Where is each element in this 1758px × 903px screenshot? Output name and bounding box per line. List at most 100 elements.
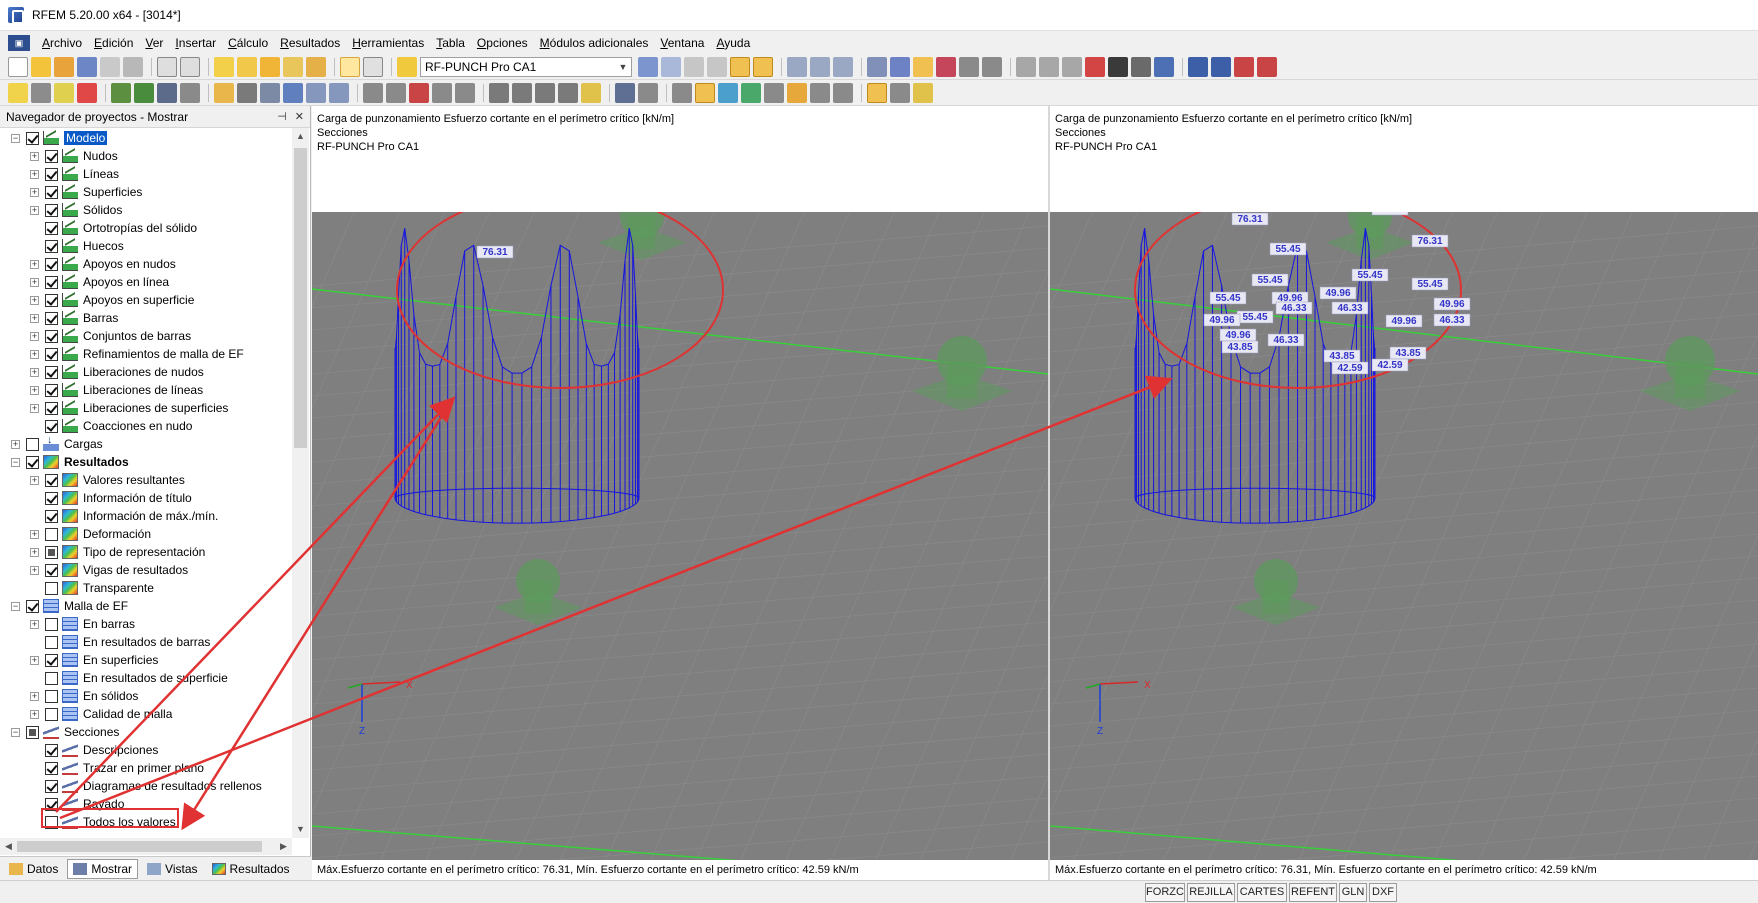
axis-xy-icon[interactable] — [558, 82, 578, 103]
visibility-checkbox[interactable] — [45, 167, 58, 181]
tree-node-coacciones-en-nudo[interactable]: Coacciones en nudo — [30, 417, 192, 435]
menu-ver[interactable]: Ver — [139, 36, 169, 50]
scroll-up-icon[interactable]: ▲ — [292, 128, 309, 145]
print-graphic-icon[interactable] — [123, 56, 143, 77]
visibility-checkbox[interactable] — [45, 581, 58, 595]
tree-node-nudos[interactable]: + Nudos — [30, 147, 118, 165]
visibility-checkbox[interactable] — [45, 257, 58, 271]
expand-icon[interactable]: + — [30, 565, 39, 575]
tree-node-liberaciones-de-nudos[interactable]: + Liberaciones de nudos — [30, 363, 204, 381]
edit-icon[interactable] — [581, 82, 601, 103]
new-file-icon[interactable] — [8, 56, 28, 77]
collapse-icon[interactable]: − — [11, 601, 20, 611]
report-icon[interactable] — [1211, 56, 1231, 77]
delete-icon[interactable] — [1085, 56, 1105, 77]
visibility-checkbox[interactable] — [26, 599, 39, 613]
model-view-right[interactable]: XZ76.3176.3176.3155.4555.4555.4555.4555.… — [1050, 106, 1758, 880]
visibility-checkbox[interactable] — [45, 707, 58, 721]
table-icon[interactable] — [1188, 56, 1208, 77]
tree-node-en-superficies[interactable]: + En superficies — [30, 651, 158, 669]
visibility-checkbox[interactable] — [45, 365, 58, 379]
tree-node-líneas[interactable]: + Líneas — [30, 165, 119, 183]
visibility-checkbox[interactable] — [45, 689, 58, 703]
tree-node-superficies[interactable]: + Superficies — [30, 183, 142, 201]
expand-icon[interactable]: + — [30, 295, 39, 305]
new-support-icon[interactable] — [77, 82, 97, 103]
visibility-checkbox[interactable] — [45, 545, 58, 559]
tree-horizontal-scrollbar[interactable]: ◀ ▶ — [0, 838, 292, 855]
view-all-icon[interactable] — [867, 56, 887, 77]
panel-icon[interactable] — [867, 82, 887, 103]
tree-node-información-de-máx-mín-[interactable]: Información de máx./mín. — [30, 507, 218, 525]
zoom-icon[interactable] — [890, 56, 910, 77]
visibility-checkbox[interactable] — [45, 185, 58, 199]
menu-modulos[interactable]: Módulos adicionales — [534, 36, 655, 50]
open-example-icon[interactable] — [54, 56, 74, 77]
axis-y-icon[interactable] — [512, 82, 532, 103]
tree-node-sólidos[interactable]: + Sólidos — [30, 201, 122, 219]
status-rejilla[interactable]: REJILLA — [1187, 883, 1235, 902]
expand-icon[interactable]: + — [30, 475, 39, 485]
expand-icon[interactable]: + — [30, 151, 39, 161]
visibility-checkbox[interactable] — [26, 131, 39, 145]
save-icon[interactable] — [77, 56, 97, 77]
tab-datos[interactable]: Datos — [4, 860, 63, 878]
tab-resultados[interactable]: Resultados — [207, 860, 295, 878]
menu-edicion[interactable]: Edición — [88, 36, 139, 50]
section-values-icon[interactable] — [695, 82, 715, 103]
tree-node-valores-resultantes[interactable]: + Valores resultantes — [30, 471, 185, 489]
tree-node-todos-los-valores[interactable]: Todos los valores — [30, 813, 176, 831]
expand-icon[interactable]: + — [30, 313, 39, 323]
axis-z-icon[interactable] — [535, 82, 555, 103]
view-iso-icon[interactable] — [913, 56, 933, 77]
coloring-icon[interactable] — [787, 82, 807, 103]
imposed-load-icon[interactable] — [260, 82, 280, 103]
tree-vertical-scrollbar[interactable]: ▲ ▼ — [292, 128, 309, 838]
rotate-icon[interactable] — [833, 56, 853, 77]
expand-icon[interactable]: + — [30, 619, 39, 629]
pin-icon[interactable]: ⊣ — [277, 110, 287, 123]
new-surface-icon[interactable] — [111, 82, 131, 103]
menu-resultados[interactable]: Resultados — [274, 36, 346, 50]
visibility-checkbox[interactable] — [45, 653, 58, 667]
visibility-checkbox[interactable] — [45, 347, 58, 361]
expand-icon[interactable]: + — [30, 367, 39, 377]
tab-mostrar[interactable]: Mostrar — [67, 858, 139, 879]
expand-icon[interactable]: + — [30, 205, 39, 215]
undo-icon[interactable] — [157, 56, 177, 77]
tree-node-liberaciones-de-líneas[interactable]: + Liberaciones de líneas — [30, 381, 203, 399]
scale-icon[interactable] — [306, 56, 326, 77]
menu-ventana[interactable]: Ventana — [654, 36, 710, 50]
tree-node-rayado[interactable]: Rayado — [30, 795, 124, 813]
load-case-icon[interactable] — [397, 56, 417, 77]
visibility-checkbox[interactable] — [26, 455, 39, 469]
menu-opciones[interactable]: Opciones — [471, 36, 534, 50]
view-z-icon[interactable] — [982, 56, 1002, 77]
visibility-checkbox[interactable] — [45, 239, 58, 253]
show-results-icon[interactable] — [260, 56, 280, 77]
visibility-checkbox[interactable] — [45, 671, 58, 685]
expand-icon[interactable]: + — [30, 691, 39, 701]
visibility-checkbox[interactable] — [26, 725, 39, 739]
tree-node-apoyos-en-superficie[interactable]: + Apoyos en superficie — [30, 291, 194, 309]
model-view-left[interactable]: X Z 76.31 — [312, 106, 1048, 880]
visibility-checkbox[interactable] — [45, 473, 58, 487]
collapse-icon[interactable]: − — [11, 727, 20, 737]
cut-icon[interactable] — [409, 82, 429, 103]
extreme-values-icon[interactable] — [707, 56, 727, 77]
menu-archivo[interactable]: Archivo — [36, 36, 88, 50]
generate-loads-icon[interactable] — [283, 82, 303, 103]
visibility-checkbox[interactable] — [26, 437, 39, 451]
scroll-thumb[interactable] — [17, 841, 262, 852]
free-load-icon[interactable] — [237, 82, 257, 103]
tree-node-diagramas-de-resultados-rellenos[interactable]: Diagramas de resultados rellenos — [30, 777, 262, 795]
tree-node-en-sólidos[interactable]: + En sólidos — [30, 687, 138, 705]
axis-x-icon[interactable] — [489, 82, 509, 103]
visibility-checkbox[interactable] — [45, 149, 58, 163]
tree-node-conjuntos-de-barras[interactable]: + Conjuntos de barras — [30, 327, 191, 345]
support-icon[interactable] — [1108, 56, 1128, 77]
visibility-checkbox[interactable] — [45, 527, 58, 541]
status-cartes[interactable]: CARTES — [1237, 883, 1287, 902]
tree-node-resultados[interactable]: − Resultados — [11, 453, 129, 471]
scroll-right-icon[interactable]: ▶ — [275, 838, 292, 855]
